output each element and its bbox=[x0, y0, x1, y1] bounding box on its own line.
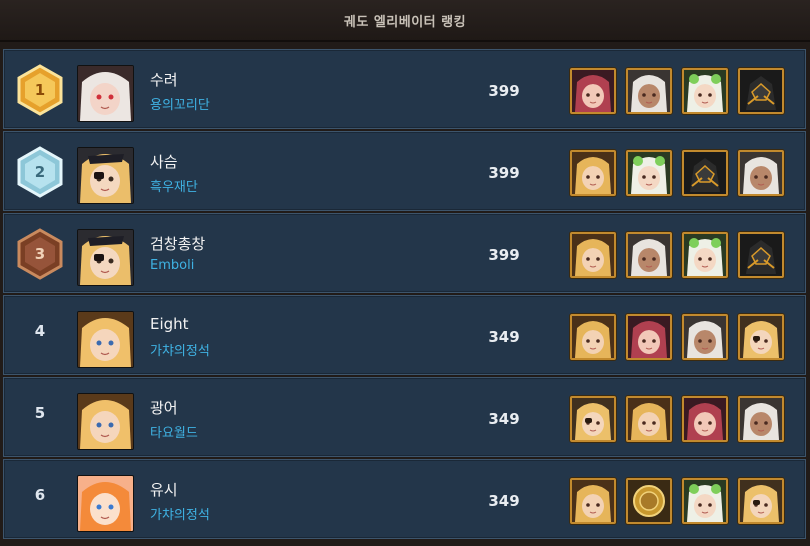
party-lineup bbox=[570, 150, 784, 196]
blonde-girl-avatar[interactable] bbox=[77, 311, 134, 368]
score-value: 349 bbox=[488, 328, 520, 346]
white-hair-hero-icon[interactable] bbox=[682, 314, 728, 360]
white-hair-hero-icon[interactable] bbox=[626, 232, 672, 278]
black-armor-hero-icon[interactable] bbox=[682, 150, 728, 196]
party-lineup bbox=[570, 232, 784, 278]
party-lineup bbox=[570, 478, 784, 524]
green-flower-hero-icon[interactable] bbox=[682, 68, 728, 114]
player-name: 유시 bbox=[150, 481, 178, 499]
ranking-row[interactable]: 1 수려 용의꼬리단 399 bbox=[3, 49, 806, 129]
blonde-hero-icon[interactable] bbox=[570, 478, 616, 524]
party-lineup bbox=[570, 396, 784, 442]
guild-name: Emboli bbox=[150, 258, 195, 273]
white-hair-hero-icon[interactable] bbox=[626, 68, 672, 114]
party-lineup bbox=[570, 314, 784, 360]
green-flower-hero-icon[interactable] bbox=[682, 478, 728, 524]
ranking-row[interactable]: 3 검창총창 Emboli 399 bbox=[3, 213, 806, 293]
white-hair-hero-icon[interactable] bbox=[738, 150, 784, 196]
rank-number: 6 bbox=[34, 486, 46, 504]
player-name: 검창총창 bbox=[150, 235, 206, 253]
page-title: 궤도 엘리베이터 랭킹 bbox=[343, 14, 467, 30]
blonde-hero-icon[interactable] bbox=[570, 232, 616, 278]
rank-number: 1 bbox=[34, 81, 46, 99]
eyepatch-hero-icon[interactable] bbox=[570, 396, 616, 442]
ranking-row[interactable]: 6 유시 가챠의정석 349 bbox=[3, 459, 806, 539]
player-name: 사슴 bbox=[150, 153, 178, 171]
guild-name: 가챠의정석 bbox=[150, 344, 210, 359]
rank-number: 5 bbox=[34, 404, 46, 422]
eyepatch-blonde-girl-avatar[interactable] bbox=[77, 229, 134, 286]
black-armor-hero-icon[interactable] bbox=[738, 232, 784, 278]
white-hair-red-eye-girl-avatar[interactable] bbox=[77, 65, 134, 122]
rank-number: 4 bbox=[34, 322, 46, 340]
guild-name: 타요월드 bbox=[150, 426, 198, 441]
silver-medal-icon: 2 bbox=[14, 146, 66, 198]
blonde-hero-icon[interactable] bbox=[570, 150, 616, 196]
red-hair-hero-icon[interactable] bbox=[626, 314, 672, 360]
party-lineup bbox=[570, 68, 784, 114]
bronze-medal-icon: 3 bbox=[14, 228, 66, 280]
green-flower-hero-icon[interactable] bbox=[682, 232, 728, 278]
white-hair-hero-icon[interactable] bbox=[738, 396, 784, 442]
gold-coin-hero-icon[interactable] bbox=[626, 478, 672, 524]
ranking-row[interactable]: 2 사슴 흑우재단 399 bbox=[3, 131, 806, 211]
eyepatch-hero-icon[interactable] bbox=[738, 314, 784, 360]
guild-name: 용의꼬리단 bbox=[150, 98, 210, 113]
ranking-header: 궤도 엘리베이터 랭킹 bbox=[0, 0, 810, 42]
player-name: 광어 bbox=[150, 399, 178, 417]
score-value: 349 bbox=[488, 410, 520, 428]
guild-name: 흑우재단 bbox=[150, 180, 198, 195]
gold-medal-icon: 1 bbox=[14, 64, 66, 116]
blonde-hero-icon[interactable] bbox=[626, 396, 672, 442]
black-armor-hero-icon[interactable] bbox=[738, 68, 784, 114]
guild-name: 가챠의정석 bbox=[150, 508, 210, 523]
ranking-row[interactable]: 5 광어 타요월드 349 bbox=[3, 377, 806, 457]
score-value: 399 bbox=[488, 164, 520, 182]
blonde-hero-icon[interactable] bbox=[570, 314, 616, 360]
score-value: 399 bbox=[488, 246, 520, 264]
eyepatch-hero-icon[interactable] bbox=[738, 478, 784, 524]
blonde-girl-avatar[interactable] bbox=[77, 393, 134, 450]
score-value: 399 bbox=[488, 82, 520, 100]
orange-hair-wink-girl-avatar[interactable] bbox=[77, 475, 134, 532]
green-flower-hero-icon[interactable] bbox=[626, 150, 672, 196]
player-name: Eight bbox=[150, 315, 189, 333]
rank-number: 2 bbox=[34, 163, 46, 181]
ranking-row[interactable]: 4 Eight 가챠의정석 349 bbox=[3, 295, 806, 375]
red-hair-hero-icon[interactable] bbox=[682, 396, 728, 442]
eyepatch-blonde-girl-avatar[interactable] bbox=[77, 147, 134, 204]
rank-number: 3 bbox=[34, 245, 46, 263]
player-name: 수려 bbox=[150, 71, 178, 89]
red-hair-hero-icon[interactable] bbox=[570, 68, 616, 114]
score-value: 349 bbox=[488, 492, 520, 510]
